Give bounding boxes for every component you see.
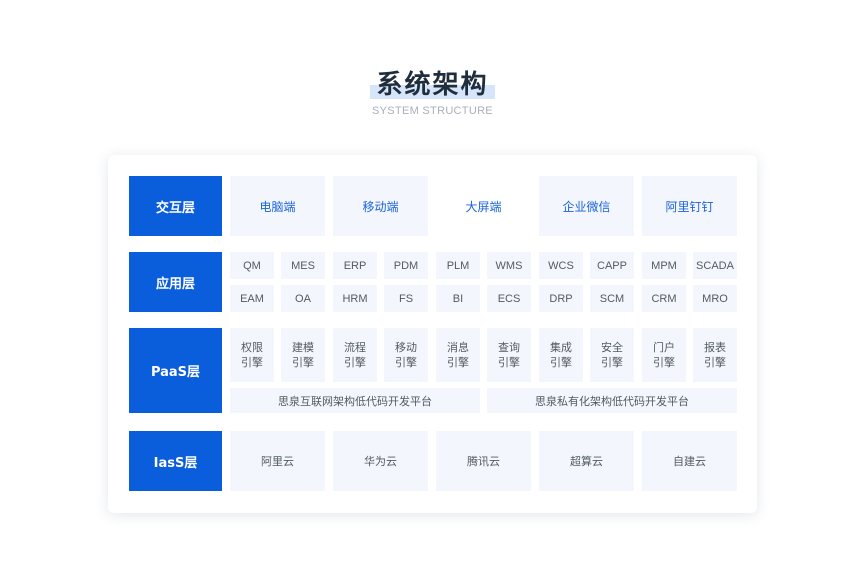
- page-title: 系统架构: [370, 68, 495, 102]
- app-item[interactable]: SCM: [590, 285, 634, 312]
- cloud-huawei[interactable]: 华为云: [333, 431, 428, 491]
- iaas-layer-row: IasS层 阿里云 华为云 腾讯云 超算云 自建云: [129, 431, 737, 491]
- engine-portal[interactable]: 门户 引擎: [642, 328, 686, 382]
- app-item[interactable]: FS: [384, 285, 428, 312]
- app-item[interactable]: CAPP: [590, 252, 634, 279]
- cloud-tencent[interactable]: 腾讯云: [436, 431, 531, 491]
- interaction-item-bigscreen[interactable]: 大屏端: [436, 176, 531, 236]
- engine-line: 查询: [498, 341, 520, 354]
- app-item[interactable]: CRM: [642, 285, 686, 312]
- engine-integration[interactable]: 集成 引擎: [539, 328, 583, 382]
- engine-security[interactable]: 安全 引擎: [590, 328, 634, 382]
- platform-internet[interactable]: 思泉互联网架构低代码开发平台: [230, 388, 480, 413]
- engine-line: 引擎: [550, 356, 572, 369]
- engine-query[interactable]: 查询 引擎: [487, 328, 531, 382]
- interaction-item-dingtalk[interactable]: 阿里钉钉: [642, 176, 737, 236]
- app-item[interactable]: OA: [281, 285, 325, 312]
- paas-layer-row: PaaS层 权限引擎 建模引擎 流程引擎 移动引擎 消息引擎 查询引擎 集成引擎…: [129, 328, 737, 413]
- interaction-layer-row: 交互层 电脑端 移动端 大屏端 企业微信 阿里钉钉: [129, 176, 737, 236]
- app-item[interactable]: EAM: [230, 285, 274, 312]
- engine-line: 引擎: [241, 356, 263, 369]
- app-item[interactable]: ECS: [487, 285, 531, 312]
- cloud-supercomputing[interactable]: 超算云: [539, 431, 634, 491]
- paas-layer-items: 权限 引擎 建模 引擎 流程 引擎 移动 引擎 消息 引擎 查询 引擎 集成 引擎 安全 引擎 …: [230, 328, 737, 413]
- app-item[interactable]: WMS: [487, 252, 531, 279]
- engine-line: 引擎: [653, 356, 675, 369]
- app-item[interactable]: ERP: [333, 252, 377, 279]
- app-item[interactable]: BI: [436, 285, 480, 312]
- engine-line: 引擎: [601, 356, 623, 369]
- engine-line: 权限: [241, 341, 263, 354]
- engine-line: 安全: [601, 341, 623, 354]
- engine-report[interactable]: 报表 引擎: [693, 328, 737, 382]
- app-item[interactable]: WCS: [539, 252, 583, 279]
- app-item[interactable]: QM: [230, 252, 274, 279]
- header: 系统架构 SYSTEM STRUCTURE: [0, 68, 865, 118]
- app-item[interactable]: HRM: [333, 285, 377, 312]
- cloud-aliyun[interactable]: 阿里云: [230, 431, 325, 491]
- engine-line: 引擎: [292, 356, 314, 369]
- engine-line: 引擎: [498, 356, 520, 369]
- app-item[interactable]: MES: [281, 252, 325, 279]
- engine-line: 门户: [653, 341, 675, 354]
- app-item[interactable]: PLM: [436, 252, 480, 279]
- application-layer-items: QM MES ERP PDM PLM WMS WCS CAPP MPM SCAD…: [230, 252, 737, 312]
- engine-line: 引擎: [395, 356, 417, 369]
- page-subtitle: SYSTEM STRUCTURE: [372, 105, 493, 117]
- engine-mobile[interactable]: 移动 引擎: [384, 328, 428, 382]
- iaas-layer-label: IasS层: [129, 431, 222, 491]
- interaction-item-pc[interactable]: 电脑端: [230, 176, 325, 236]
- app-item[interactable]: SCADA: [693, 252, 737, 279]
- engine-line: 引擎: [704, 356, 726, 369]
- app-item[interactable]: MPM: [642, 252, 686, 279]
- cloud-self-built[interactable]: 自建云: [642, 431, 737, 491]
- application-layer-label: 应用层: [129, 252, 222, 312]
- engine-line: 引擎: [344, 356, 366, 369]
- engine-line: 引擎: [447, 356, 469, 369]
- interaction-layer-label: 交互层: [129, 176, 222, 236]
- engine-line: 集成: [550, 341, 572, 354]
- engine-line: 建模: [292, 341, 314, 354]
- paas-layer-label: PaaS层: [129, 328, 222, 413]
- iaas-layer-items: 阿里云 华为云 腾讯云 超算云 自建云: [230, 431, 737, 491]
- engine-line: 报表: [704, 341, 726, 354]
- interaction-item-mobile[interactable]: 移动端: [333, 176, 428, 236]
- application-layer-row: 应用层 QM MES ERP PDM PLM WMS WCS CAPP MPM …: [129, 252, 737, 312]
- engine-message[interactable]: 消息 引擎: [436, 328, 480, 382]
- architecture-card: 交互层 电脑端 移动端 大屏端 企业微信 阿里钉钉 应用层 QM MES ERP…: [108, 155, 757, 513]
- app-item[interactable]: PDM: [384, 252, 428, 279]
- engine-line: 消息: [447, 341, 469, 354]
- interaction-layer-items: 电脑端 移动端 大屏端 企业微信 阿里钉钉: [230, 176, 737, 236]
- interaction-item-wecom[interactable]: 企业微信: [539, 176, 634, 236]
- platform-private[interactable]: 思泉私有化架构低代码开发平台: [487, 388, 737, 413]
- engine-permission[interactable]: 权限 引擎: [230, 328, 274, 382]
- engine-workflow[interactable]: 流程 引擎: [333, 328, 377, 382]
- engine-modeling[interactable]: 建模 引擎: [281, 328, 325, 382]
- engine-line: 流程: [344, 341, 366, 354]
- app-item[interactable]: DRP: [539, 285, 583, 312]
- engine-line: 移动: [395, 341, 417, 354]
- app-item[interactable]: MRO: [693, 285, 737, 312]
